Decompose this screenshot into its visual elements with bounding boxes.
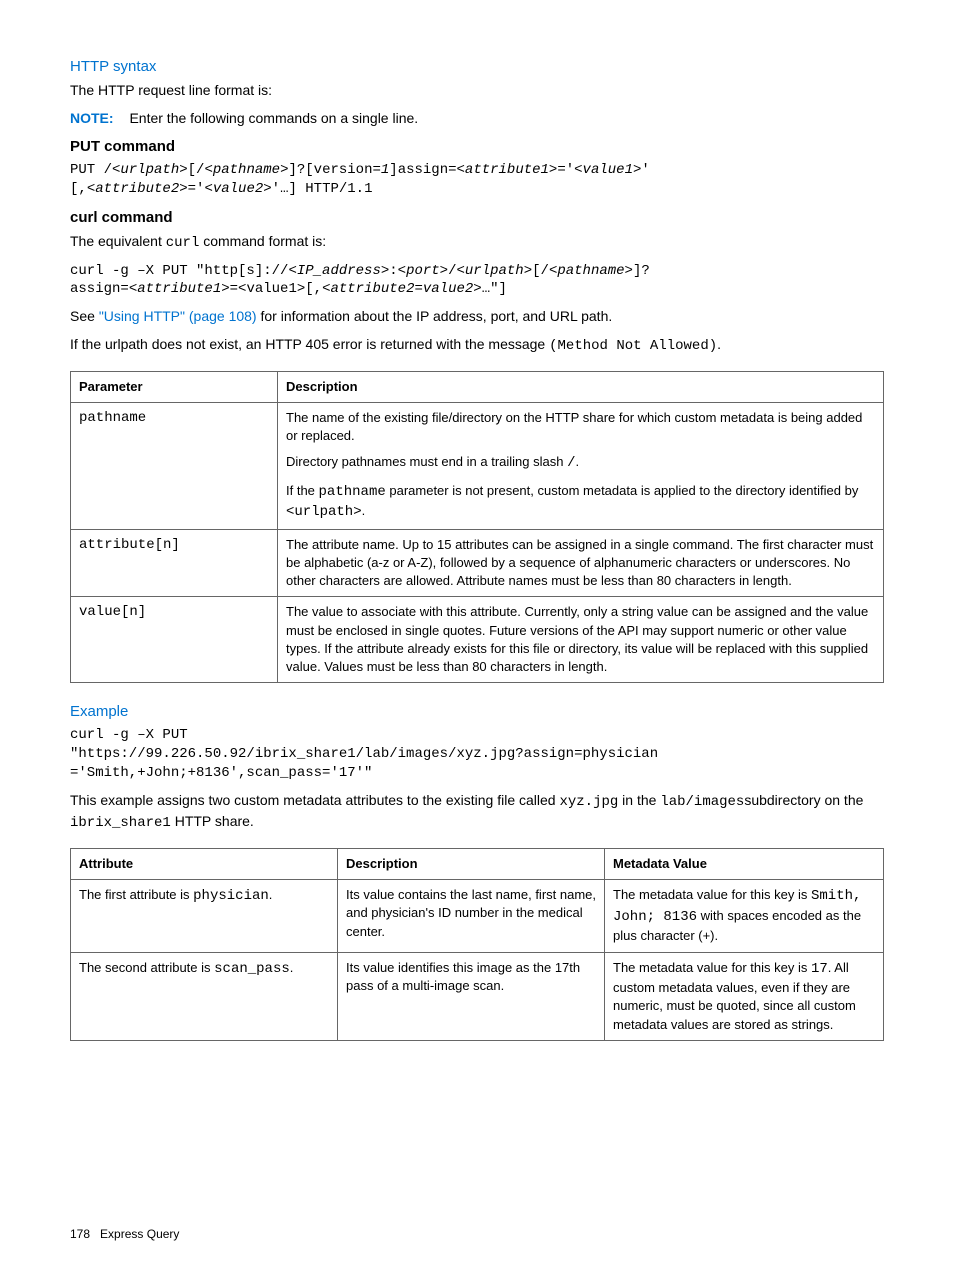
- example-code: curl -g –X PUT "https://99.226.50.92/ibr…: [70, 726, 884, 783]
- table-row: value[n] The value to associate with thi…: [71, 597, 884, 683]
- put-command-heading: PUT command: [70, 136, 884, 157]
- cell-desc: Its value identifies this image as the 1…: [338, 952, 605, 1040]
- th-description: Description: [338, 849, 605, 880]
- curl-command-code: curl -g –X PUT "http[s]://<IP_address>:<…: [70, 262, 884, 300]
- th-metadata-value: Metadata Value: [605, 849, 884, 880]
- cell-desc: The name of the existing file/directory …: [278, 402, 884, 529]
- using-http-link[interactable]: "Using HTTP" (page 108): [99, 308, 257, 324]
- parameter-table: Parameter Description pathname The name …: [70, 371, 884, 684]
- table-row: The first attribute is physician. Its va…: [71, 880, 884, 952]
- example-heading: Example: [70, 701, 884, 722]
- cell-param: pathname: [71, 402, 278, 529]
- note-label: NOTE:: [70, 110, 114, 126]
- cell-param: attribute[n]: [71, 529, 278, 597]
- cell-attr: The first attribute is physician.: [71, 880, 338, 952]
- cell-meta: The metadata value for this key is 17. A…: [605, 952, 884, 1040]
- footer-section: Express Query: [100, 1227, 179, 1241]
- cell-param: value[n]: [71, 597, 278, 683]
- table-header-row: Attribute Description Metadata Value: [71, 849, 884, 880]
- th-attribute: Attribute: [71, 849, 338, 880]
- curl-command-heading: curl command: [70, 207, 884, 228]
- note-text: Enter the following commands on a single…: [129, 110, 418, 126]
- table-row: pathname The name of the existing file/d…: [71, 402, 884, 529]
- http-syntax-intro: The HTTP request line format is:: [70, 81, 884, 101]
- cell-desc: Its value contains the last name, first …: [338, 880, 605, 952]
- page-number: 178: [70, 1227, 90, 1241]
- table-row: attribute[n] The attribute name. Up to 1…: [71, 529, 884, 597]
- attribute-table: Attribute Description Metadata Value The…: [70, 848, 884, 1041]
- see-using-http: See "Using HTTP" (page 108) for informat…: [70, 307, 884, 327]
- cell-attr: The second attribute is scan_pass.: [71, 952, 338, 1040]
- th-description: Description: [278, 371, 884, 402]
- put-command-code: PUT /<urlpath>[/<pathname>]?[version=1]a…: [70, 161, 884, 199]
- http-syntax-heading: HTTP syntax: [70, 56, 884, 77]
- cell-meta: The metadata value for this key is Smith…: [605, 880, 884, 952]
- th-parameter: Parameter: [71, 371, 278, 402]
- page-footer: 178 Express Query: [70, 1226, 179, 1243]
- cell-desc: The attribute name. Up to 15 attributes …: [278, 529, 884, 597]
- urlpath-error-text: If the urlpath does not exist, an HTTP 4…: [70, 335, 884, 357]
- cell-desc: The value to associate with this attribu…: [278, 597, 884, 683]
- table-row: The second attribute is scan_pass. Its v…: [71, 952, 884, 1040]
- example-description: This example assigns two custom metadata…: [70, 791, 884, 834]
- table-header-row: Parameter Description: [71, 371, 884, 402]
- note-row: NOTE: Enter the following commands on a …: [70, 109, 884, 129]
- curl-intro: The equivalent curl command format is:: [70, 232, 884, 254]
